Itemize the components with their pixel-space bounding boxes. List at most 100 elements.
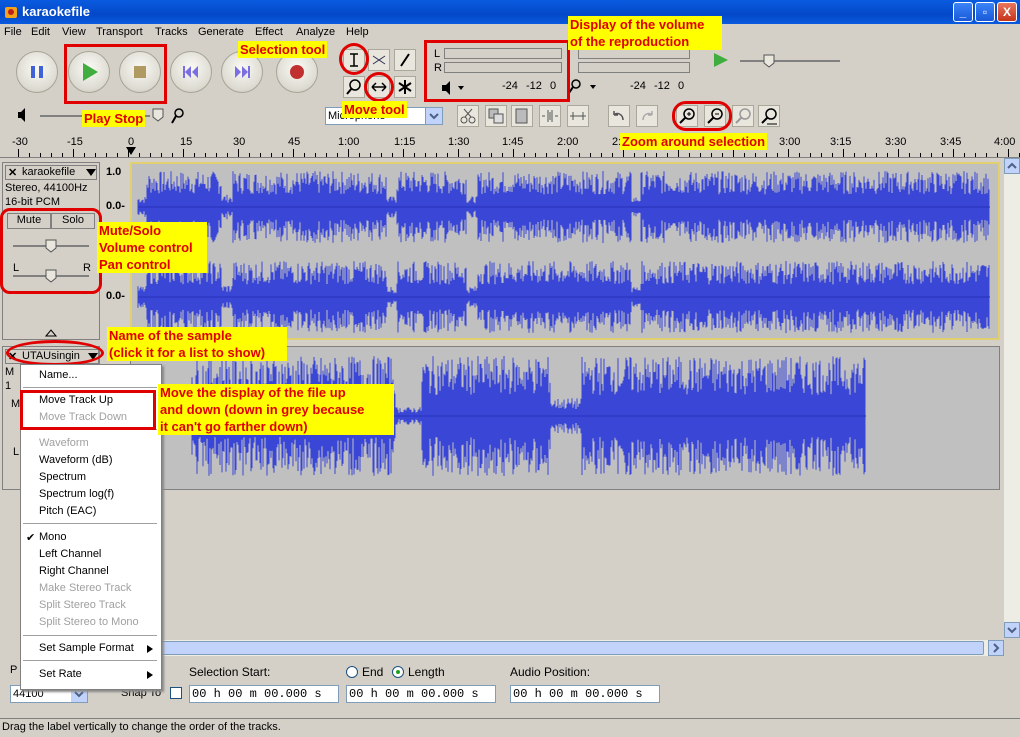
ruler-tick [821,153,822,157]
silence-button[interactable] [567,105,589,127]
ruler-tick [227,153,228,157]
annotation-move-display-line3: it can't go farther down) [160,419,308,434]
menu-set-rate[interactable]: Set Rate [39,668,82,680]
menu-transport[interactable]: Transport [96,26,143,38]
menu-set-sample-format[interactable]: Set Sample Format [39,642,134,654]
ruler-tick [403,149,404,157]
maximize-button[interactable]: ▫ [975,2,995,22]
annotation-mute-solo-line2: Volume control [99,240,193,255]
output-volume-thumb[interactable] [152,108,164,122]
ruler-tick [139,153,140,157]
ruler-tick [942,153,943,157]
paste-button[interactable] [511,105,533,127]
menu-analyze[interactable]: Analyze [296,26,335,38]
track1-scale-top: 1.0 [106,166,122,178]
vertical-scrollbar[interactable] [1004,158,1020,638]
menu-mono[interactable]: Mono [39,531,67,543]
scroll-down-button[interactable] [1004,622,1020,638]
end-label: End [362,665,384,679]
length-radio[interactable] [392,666,404,678]
ruler-tick [260,153,261,157]
pause-button[interactable] [16,51,58,93]
selection-end-field[interactable]: 00 h 00 m 00.000 s [346,685,496,703]
track1-info-format: 16-bit PCM [5,196,61,208]
menu-right-channel[interactable]: Right Channel [39,565,109,577]
track1-collapse-icon[interactable] [45,329,57,337]
redo-button[interactable] [636,105,658,127]
scroll-up-button[interactable] [1004,158,1020,174]
track1-waveform [137,171,990,333]
ruler-tick [733,149,734,157]
close-button[interactable]: X [997,2,1017,22]
copy-button[interactable] [485,105,507,127]
track2-mute-partial[interactable]: M [11,398,20,410]
menu-separator [23,387,157,388]
menu-tracks[interactable]: Tracks [155,26,188,38]
title-bar: karaokefile _ ▫ X [0,0,1020,24]
ruler-tick [997,153,998,157]
ruler-tick [106,153,107,157]
menu-waveform-db[interactable]: Waveform (dB) [39,454,113,466]
fit-project-button[interactable] [758,105,780,127]
audio-position-field[interactable]: 00 h 00 m 00.000 s [510,685,660,703]
menu-file[interactable]: File [4,26,22,38]
trim-button[interactable] [539,105,561,127]
ruler-tick [755,153,756,157]
ruler-tick [381,153,382,157]
draw-tool-button[interactable] [394,49,416,71]
ruler-tick [183,149,184,157]
menu-generate[interactable]: Generate [198,26,244,38]
snap-to-checkbox[interactable] [170,687,182,699]
menu-view[interactable]: View [62,26,86,38]
menu-pitch[interactable]: Pitch (EAC) [39,505,96,517]
track1-info-rate: Stereo, 44100Hz [5,182,88,194]
ruler-tick [271,153,272,157]
ruler-tick [205,153,206,157]
length-radio-dot [396,670,400,674]
skip-start-button[interactable] [170,51,212,93]
ruler-tick [502,153,503,157]
menu-edit[interactable]: Edit [31,26,50,38]
fit-selection-button[interactable] [732,105,754,127]
menu-spectrum[interactable]: Spectrum [39,471,86,483]
ruler-tick [73,149,74,157]
menu-left-channel[interactable]: Left Channel [39,548,101,560]
ruler-tick [546,153,547,157]
ruler-tick [744,153,745,157]
undo-button[interactable] [608,105,630,127]
horizontal-scrollbar[interactable] [130,640,1004,656]
track1-dropdown-icon[interactable] [86,169,96,177]
submenu-arrow-icon [147,645,153,653]
track1-name-button[interactable]: karaokefile [22,166,75,178]
end-radio[interactable] [346,666,358,678]
track1-close-button[interactable]: ✕ [8,166,17,179]
multi-tool-button[interactable] [394,76,416,98]
annotation-move-display-line1: Move the display of the file up [160,385,346,400]
cut-button[interactable] [457,105,479,127]
play-at-speed-icon[interactable] [708,50,732,70]
menu-spectrum-log[interactable]: Spectrum log(f) [39,488,114,500]
menu-effect[interactable]: Effect [255,26,283,38]
track1-waveform-area[interactable] [130,162,1000,340]
play-stop-highlight [64,44,167,104]
play-speed-slider[interactable] [740,60,840,62]
envelope-tool-button[interactable] [368,49,390,71]
ruler-tick [337,153,338,157]
play-speed-thumb[interactable] [763,54,775,68]
menu-help[interactable]: Help [346,26,369,38]
ruler-tick [84,153,85,157]
scroll-right-button[interactable] [988,640,1004,656]
menu-name[interactable]: Name... [39,369,78,381]
ruler-tick [898,149,899,157]
project-rate-label-partial: P [10,664,18,676]
ruler-tick [249,153,250,157]
zoom-tool-button[interactable] [343,76,365,98]
horizontal-scroll-thumb[interactable] [158,641,984,655]
input-source-dropdown-arrow[interactable] [425,108,442,124]
ruler-tick [392,153,393,157]
ruler-tick [700,153,701,157]
selection-start-field[interactable]: 00 h 00 m 00.000 s [189,685,339,703]
minimize-button[interactable]: _ [953,2,973,22]
zoom-fit-selection-icon [735,108,751,124]
status-text: Drag the label vertically to change the … [2,721,281,733]
